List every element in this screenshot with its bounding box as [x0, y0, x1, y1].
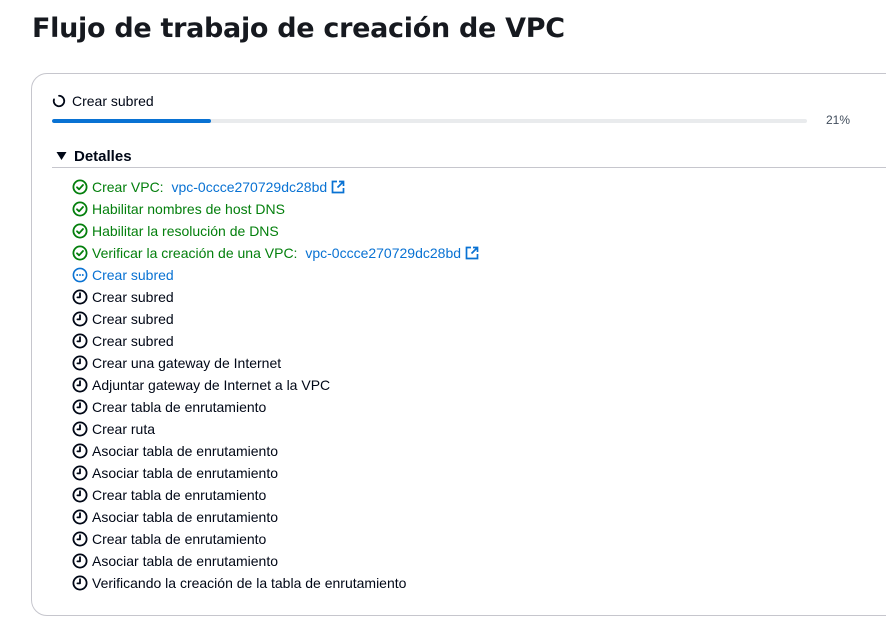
clock-icon [72, 531, 88, 547]
step-item: Crear ruta [72, 418, 479, 440]
step-item: Crear tabla de enrutamiento [72, 528, 479, 550]
step-label: Crear una gateway de Internet [92, 355, 282, 371]
caret-down-icon [56, 148, 67, 165]
vpc-id-link-text: vpc-0ccce270729dc28bd [171, 179, 328, 195]
clock-icon [72, 311, 88, 327]
step-label: Asociar tabla de enrutamiento [92, 465, 278, 481]
step-label: Asociar tabla de enrutamiento [92, 553, 278, 569]
clock-icon [72, 355, 88, 371]
step-label: Asociar tabla de enrutamiento [92, 509, 278, 525]
clock-icon [72, 509, 88, 525]
step-item: Habilitar nombres de host DNS [72, 198, 479, 220]
step-item: Crear VPC: vpc-0ccce270729dc28bd [72, 176, 479, 198]
clock-icon [72, 399, 88, 415]
progress-bar-fill [52, 119, 211, 123]
step-item: Habilitar la resolución de DNS [72, 220, 479, 242]
step-label: Crear tabla de enrutamiento [92, 531, 267, 547]
step-label: Asociar tabla de enrutamiento [92, 443, 278, 459]
step-item: Asociar tabla de enrutamiento [72, 462, 479, 484]
external-link-icon [465, 246, 479, 260]
progress-percent: 21% [826, 113, 851, 127]
step-label: Habilitar nombres de host DNS [92, 201, 285, 217]
progress-status-label: Crear subred [72, 93, 154, 109]
step-label: Habilitar la resolución de DNS [92, 223, 279, 239]
vpc-id-link[interactable]: vpc-0ccce270729dc28bd [171, 179, 345, 195]
step-label: Crear VPC: [92, 179, 168, 195]
step-item: Crear subred [72, 308, 479, 330]
ellipsis-circle-icon [72, 267, 88, 283]
step-item: Crear tabla de enrutamiento [72, 396, 479, 418]
check-circle-icon [72, 201, 88, 217]
clock-icon [72, 421, 88, 437]
step-label: Verificar la creación de una VPC: [92, 245, 302, 261]
vpc-id-link-text: vpc-0ccce270729dc28bd [305, 245, 462, 261]
progress-status: Crear subred [52, 93, 154, 109]
step-item: Verificando la creación de la tabla de e… [72, 572, 479, 594]
step-item: Crear subred [72, 264, 479, 286]
vpc-id-link[interactable]: vpc-0ccce270729dc28bd [305, 245, 479, 261]
clock-icon [72, 333, 88, 349]
clock-icon [72, 487, 88, 503]
step-label: Crear tabla de enrutamiento [92, 487, 267, 503]
step-label: Crear subred [92, 311, 174, 327]
external-link-icon [331, 180, 345, 194]
step-item: Crear tabla de enrutamiento [72, 484, 479, 506]
step-item: Verificar la creación de una VPC: vpc-0c… [72, 242, 479, 264]
step-item: Asociar tabla de enrutamiento [72, 550, 479, 572]
details-label: Detalles [74, 148, 132, 165]
step-label: Crear subred [92, 289, 174, 305]
clock-icon [72, 289, 88, 305]
step-label: Crear subred [92, 267, 174, 283]
check-circle-icon [72, 179, 88, 195]
step-item: Asociar tabla de enrutamiento [72, 506, 479, 528]
step-label: Verificando la creación de la tabla de e… [92, 575, 407, 591]
loading-spinner-icon [52, 94, 66, 108]
step-label: Adjuntar gateway de Internet a la VPC [92, 377, 331, 393]
progress-bar [52, 119, 807, 123]
check-circle-icon [72, 223, 88, 239]
step-item: Crear subred [72, 286, 479, 308]
clock-icon [72, 575, 88, 591]
step-label: Crear ruta [92, 421, 156, 437]
step-label: Crear tabla de enrutamiento [92, 399, 267, 415]
workflow-panel: Crear subred 21% Detalles Crear VPC: vpc… [31, 73, 886, 616]
step-item: Asociar tabla de enrutamiento [72, 440, 479, 462]
step-item: Adjuntar gateway de Internet a la VPC [72, 374, 479, 396]
clock-icon [72, 377, 88, 393]
clock-icon [72, 553, 88, 569]
details-toggle[interactable]: Detalles [56, 148, 132, 165]
step-item: Crear subred [72, 330, 479, 352]
clock-icon [72, 465, 88, 481]
step-item: Crear una gateway de Internet [72, 352, 479, 374]
check-circle-icon [72, 245, 88, 261]
step-list: Crear VPC: vpc-0ccce270729dc28bd Habilita… [72, 176, 479, 594]
step-label: Crear subred [92, 333, 174, 349]
page-title: Flujo de trabajo de creación de VPC [32, 13, 565, 44]
clock-icon [72, 443, 88, 459]
divider [52, 167, 886, 168]
